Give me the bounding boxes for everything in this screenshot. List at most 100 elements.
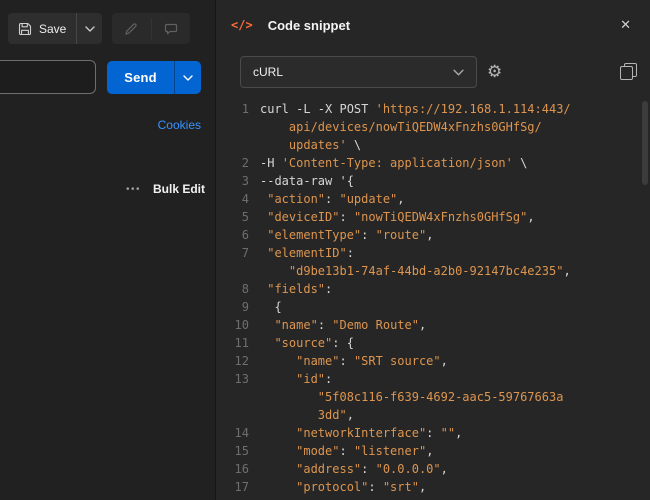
code-text: 3dd", <box>260 406 354 424</box>
code-line: 4 "action": "update", <box>216 190 650 208</box>
send-button[interactable]: Send <box>107 61 174 94</box>
code-text: --data-raw '{ <box>260 172 354 190</box>
url-input[interactable] <box>0 60 96 94</box>
line-number: 10 <box>216 316 260 334</box>
request-pane: Save Send <box>0 0 215 500</box>
code-text: "name": "SRT source", <box>260 352 448 370</box>
code-text: "5f08c116-f639-4692-aac5-59767663a <box>260 388 563 406</box>
code-text: "fields": <box>260 280 332 298</box>
code-line: 16 "address": "0.0.0.0", <box>216 460 650 478</box>
line-number: 15 <box>216 442 260 460</box>
code-line: 8 "fields": <box>216 280 650 298</box>
code-line: 13 "id": <box>216 370 650 388</box>
send-button-group: Send <box>107 61 201 94</box>
code-text: curl -L -X POST 'https://192.168.1.114:4… <box>260 100 571 118</box>
code-text: "elementType": "route", <box>260 226 433 244</box>
code-text: "address": "0.0.0.0", <box>260 460 448 478</box>
code-line: 12 "name": "SRT source", <box>216 352 650 370</box>
pencil-icon <box>124 22 138 36</box>
bulk-edit-button[interactable]: Bulk Edit <box>153 182 205 196</box>
chevron-down-icon <box>85 26 95 32</box>
line-number <box>216 262 260 280</box>
code-text: "networkInterface": "", <box>260 424 462 442</box>
request-actions-group <box>112 13 190 44</box>
code-line: 3--data-raw '{ <box>216 172 650 190</box>
code-line: 2-H 'Content-Type: application/json' \ <box>216 154 650 172</box>
code-icon: </> <box>231 18 253 32</box>
code-lines: 1curl -L -X POST 'https://192.168.1.114:… <box>216 100 650 496</box>
code-snippet-panel: </> Code snippet ✕ cURL ⚙ 1curl -L -X PO… <box>215 0 650 500</box>
code-text: updates' \ <box>260 136 361 154</box>
save-button[interactable]: Save <box>8 13 76 44</box>
code-text: { <box>260 298 282 316</box>
line-number <box>216 118 260 136</box>
line-number: 8 <box>216 280 260 298</box>
copy-icon[interactable] <box>620 63 637 80</box>
close-icon[interactable]: ✕ <box>615 14 636 36</box>
code-text: api/devices/nowTiQEDW4xFnzhs0GHfSg/ <box>260 118 542 136</box>
line-number: 17 <box>216 478 260 496</box>
line-number: 9 <box>216 298 260 316</box>
code-line: 7 "elementID": <box>216 244 650 262</box>
code-text: "id": <box>260 370 332 388</box>
settings-gear-icon[interactable]: ⚙ <box>487 61 502 83</box>
line-number <box>216 388 260 406</box>
chevron-down-icon <box>183 75 193 81</box>
language-select-value: cURL <box>253 65 283 79</box>
line-number: 7 <box>216 244 260 262</box>
code-line: 14 "networkInterface": "", <box>216 424 650 442</box>
code-editor[interactable]: 1curl -L -X POST 'https://192.168.1.114:… <box>216 96 650 500</box>
code-line: "d9be13b1-74af-44bd-a2b0-92147bc4e235", <box>216 262 650 280</box>
line-number: 12 <box>216 352 260 370</box>
save-button-group: Save <box>8 13 102 44</box>
save-icon <box>18 22 32 36</box>
code-text: "mode": "listener", <box>260 442 433 460</box>
line-number: 11 <box>216 334 260 352</box>
code-text: "action": "update", <box>260 190 405 208</box>
panel-title: Code snippet <box>268 18 615 33</box>
code-text: -H 'Content-Type: application/json' \ <box>260 154 527 172</box>
line-number: 13 <box>216 370 260 388</box>
code-line: 9 { <box>216 298 650 316</box>
cookies-link[interactable]: Cookies <box>40 118 201 132</box>
save-dropdown-button[interactable] <box>77 13 102 44</box>
code-text: "d9be13b1-74af-44bd-a2b0-92147bc4e235", <box>260 262 571 280</box>
edit-button[interactable] <box>112 13 151 44</box>
app-root: Save Send <box>0 0 650 500</box>
code-text: "source": { <box>260 334 354 352</box>
code-line: 15 "mode": "listener", <box>216 442 650 460</box>
line-number: 5 <box>216 208 260 226</box>
line-number: 2 <box>216 154 260 172</box>
send-dropdown-button[interactable] <box>175 61 201 94</box>
comments-button[interactable] <box>152 13 191 44</box>
code-line: 5 "deviceID": "nowTiQEDW4xFnzhs0GHfSg", <box>216 208 650 226</box>
line-number: 1 <box>216 100 260 118</box>
language-select[interactable]: cURL <box>240 56 477 88</box>
code-line: updates' \ <box>216 136 650 154</box>
code-text: "elementID": <box>260 244 354 262</box>
code-text: "name": "Demo Route", <box>260 316 426 334</box>
code-line: 6 "elementType": "route", <box>216 226 650 244</box>
scrollbar-thumb[interactable] <box>642 101 648 185</box>
comment-icon <box>164 22 178 36</box>
code-text: "protocol": "srt", <box>260 478 426 496</box>
code-line: 3dd", <box>216 406 650 424</box>
line-number: 3 <box>216 172 260 190</box>
code-line: 1curl -L -X POST 'https://192.168.1.114:… <box>216 100 650 118</box>
code-line: api/devices/nowTiQEDW4xFnzhs0GHfSg/ <box>216 118 650 136</box>
code-line: 10 "name": "Demo Route", <box>216 316 650 334</box>
line-number: 14 <box>216 424 260 442</box>
chevron-down-icon <box>453 69 464 76</box>
code-line: 11 "source": { <box>216 334 650 352</box>
line-number <box>216 136 260 154</box>
code-line: "5f08c116-f639-4692-aac5-59767663a <box>216 388 650 406</box>
more-actions-icon[interactable]: ••• <box>126 184 141 195</box>
code-line: 17 "protocol": "srt", <box>216 478 650 496</box>
save-button-label: Save <box>39 22 66 36</box>
code-snippet-header: </> Code snippet ✕ <box>216 0 650 50</box>
send-button-label: Send <box>124 70 157 85</box>
line-number: 16 <box>216 460 260 478</box>
line-number: 4 <box>216 190 260 208</box>
line-number <box>216 406 260 424</box>
code-text: "deviceID": "nowTiQEDW4xFnzhs0GHfSg", <box>260 208 535 226</box>
